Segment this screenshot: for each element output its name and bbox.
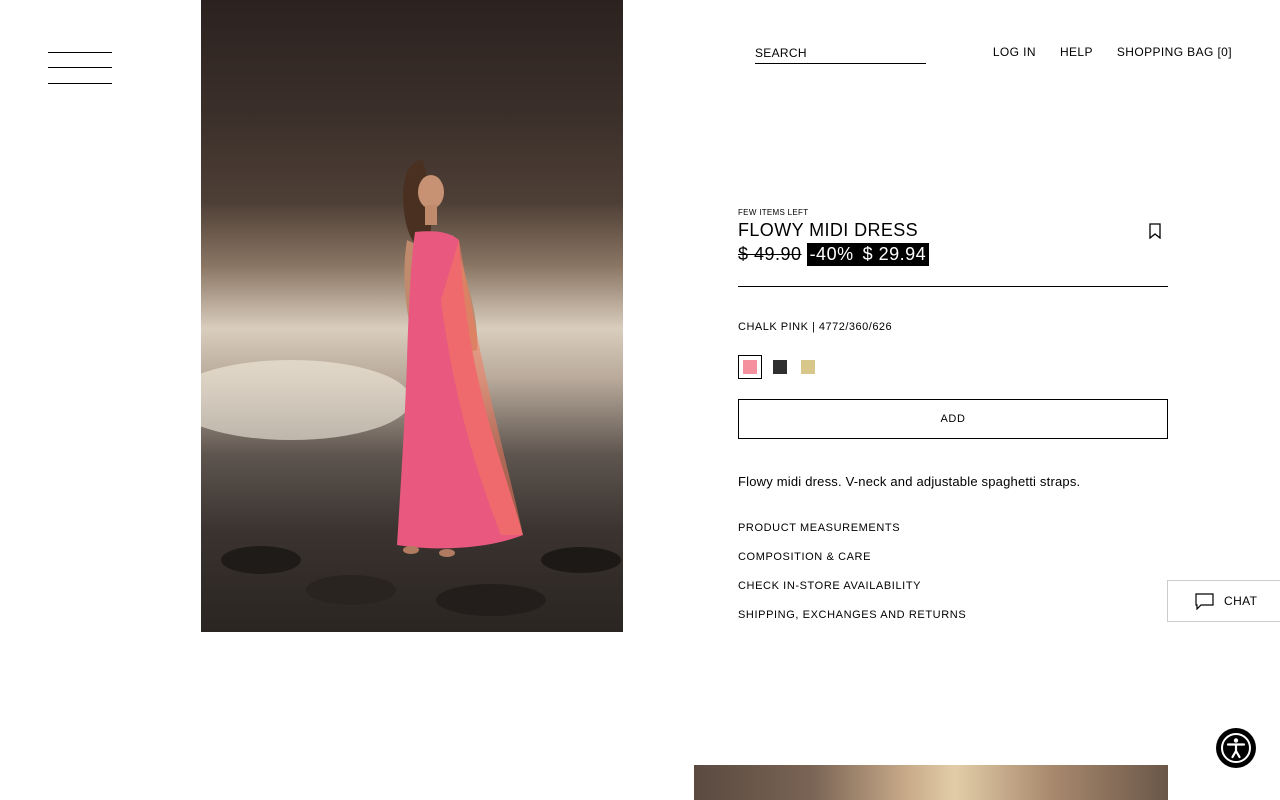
color-swatches bbox=[738, 355, 1168, 379]
discount-percent: -40% bbox=[809, 244, 854, 264]
product-measurements-link[interactable]: PRODUCT MEASUREMENTS bbox=[738, 522, 1168, 534]
stock-badge: FEW ITEMS LEFT bbox=[738, 208, 809, 217]
swatch-color bbox=[743, 360, 757, 374]
product-page: LOG IN HELP SHOPPING BAG [0] FEW ITEMS L… bbox=[0, 0, 1280, 800]
shipping-returns-link[interactable]: SHIPPING, EXCHANGES AND RETURNS bbox=[738, 609, 1168, 621]
header-links: LOG IN HELP SHOPPING BAG [0] bbox=[993, 45, 1232, 59]
sale-price-badge: -40% $ 29.94 bbox=[806, 243, 930, 266]
sale-price: $ 29.94 bbox=[862, 244, 927, 264]
hamburger-menu-icon[interactable] bbox=[48, 50, 112, 86]
swatch-black[interactable] bbox=[770, 355, 790, 379]
product-photo-illustration bbox=[201, 160, 621, 616]
menu-bar bbox=[48, 52, 112, 53]
product-photo[interactable] bbox=[201, 0, 623, 632]
swatch-color bbox=[801, 360, 815, 374]
chat-label: CHAT bbox=[1224, 594, 1258, 608]
swatch-khaki[interactable] bbox=[798, 355, 818, 379]
help-link[interactable]: HELP bbox=[1060, 45, 1093, 59]
search-input[interactable] bbox=[755, 44, 926, 62]
product-description: Flowy midi dress. V-neck and adjustable … bbox=[738, 474, 1081, 489]
divider bbox=[738, 286, 1168, 287]
price-row: $ 49.90 -40% $ 29.94 bbox=[738, 243, 1168, 266]
accessibility-button[interactable] bbox=[1216, 728, 1256, 768]
store-availability-link[interactable]: CHECK IN-STORE AVAILABILITY bbox=[738, 580, 1168, 592]
bookmark-icon[interactable] bbox=[1148, 222, 1162, 239]
title-row: FLOWY MIDI DRESS bbox=[738, 220, 1168, 241]
product-details-links: PRODUCT MEASUREMENTS COMPOSITION & CARE … bbox=[738, 522, 1168, 621]
product-info: FEW ITEMS LEFT FLOWY MIDI DRESS $ 49.90 … bbox=[738, 208, 1168, 638]
accessibility-icon bbox=[1221, 733, 1251, 763]
chat-icon bbox=[1195, 592, 1214, 610]
swatch-color bbox=[773, 360, 787, 374]
color-reference: CHALK PINK | 4772/360/626 bbox=[738, 321, 893, 333]
menu-bar bbox=[48, 83, 112, 84]
search-box[interactable] bbox=[755, 44, 926, 64]
original-price: $ 49.90 bbox=[738, 244, 802, 264]
login-link[interactable]: LOG IN bbox=[993, 45, 1036, 59]
swatch-chalk-pink[interactable] bbox=[738, 355, 762, 379]
composition-care-link[interactable]: COMPOSITION & CARE bbox=[738, 551, 1168, 563]
menu-bar bbox=[48, 67, 112, 68]
secondary-product-photo[interactable] bbox=[694, 765, 1168, 800]
chat-button[interactable]: CHAT bbox=[1167, 580, 1280, 622]
shopping-bag-link[interactable]: SHOPPING BAG [0] bbox=[1117, 45, 1232, 59]
product-title: FLOWY MIDI DRESS bbox=[738, 220, 919, 240]
add-to-bag-button[interactable]: ADD bbox=[738, 399, 1168, 439]
